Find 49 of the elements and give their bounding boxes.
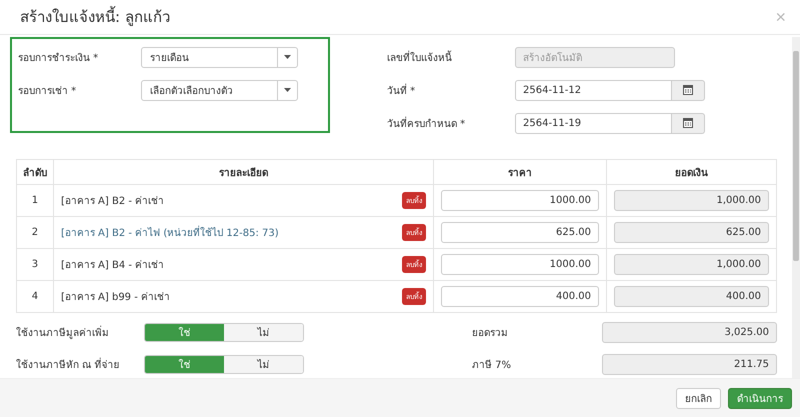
item-description: [อาคาร A] B2 - ค่าเช่า <box>60 195 164 208</box>
price-field[interactable]: 400.00 <box>440 286 599 307</box>
option-label: ใช้งานภาษีหัก ณ ที่จ่าย <box>16 356 120 372</box>
option-label: ใช้งานภาษีมูลค่าเพิ่ม <box>16 324 110 340</box>
dialog-title: สร้างใบแจ้งหนี้: ลูกแก้ว <box>20 5 170 28</box>
row-number: 2 <box>16 216 54 248</box>
field-label: เลขที่ใบแจ้งหนี้ <box>387 50 453 64</box>
toggle-option[interactable]: ใช่ <box>145 356 224 372</box>
calendar-button[interactable] <box>672 112 705 134</box>
price-field[interactable]: 1000.00 <box>440 254 599 275</box>
calendar-icon <box>683 118 693 128</box>
field-label: วันที่ครบกำหนด * <box>387 116 466 130</box>
amount-field: 1,000.00 <box>614 190 769 211</box>
caret-icon <box>284 88 291 92</box>
row-number: 4 <box>16 280 54 312</box>
total-label: ยอดรวม <box>472 326 509 340</box>
column-header: รายละเอียด <box>53 160 434 184</box>
item-description: [อาคาร A] B4 - ค่าเช่า <box>60 259 164 272</box>
amount-field: 400.00 <box>614 286 769 307</box>
field-label: รอบการชำระเงิน * <box>18 52 100 64</box>
submit-button[interactable]: ดำเนินการ <box>728 388 792 408</box>
column-header: ลำดับ <box>16 160 54 184</box>
item-description: [อาคาร A] b99 - ค่าเช่า <box>60 291 170 304</box>
column-header: ยอดเงิน <box>606 160 776 184</box>
toggle-option[interactable]: ใช่ <box>145 324 224 340</box>
amount-field: 625.00 <box>614 222 769 243</box>
cancel-button[interactable]: ยกเลิก <box>676 388 721 408</box>
caret-icon <box>284 55 291 59</box>
field-label: รอบการเช่า * <box>18 84 78 98</box>
total-field: 3,025.00 <box>602 322 777 342</box>
select-field[interactable]: เลือกตัวเลือกบางตัว <box>141 80 298 100</box>
total-label: ภาษี 7% <box>472 358 512 372</box>
calendar-button[interactable] <box>672 80 705 100</box>
toggle-option[interactable]: ไม่ <box>224 324 303 340</box>
amount-field: 1,000.00 <box>614 254 769 275</box>
price-field[interactable]: 625.00 <box>440 222 599 243</box>
row-number: 3 <box>16 248 54 280</box>
total-field: 211.75 <box>602 354 777 374</box>
select-field[interactable]: รายเดือน <box>141 46 298 68</box>
toggle-option[interactable]: ไม่ <box>224 356 303 372</box>
row-number: 1 <box>16 184 54 216</box>
calendar-icon <box>683 85 693 95</box>
field-label: วันที่ * <box>387 82 416 98</box>
date-field[interactable]: 2564-11-12 <box>515 80 672 100</box>
date-field[interactable]: 2564-11-19 <box>515 112 672 134</box>
scrollbar[interactable] <box>792 37 800 378</box>
column-header: ราคา <box>433 160 606 184</box>
price-field[interactable]: 1000.00 <box>440 190 599 211</box>
item-description: [อาคาร A] B2 - ค่าไฟ (หน่วยที่ใช้ไป 12-85: 73) <box>60 225 279 240</box>
